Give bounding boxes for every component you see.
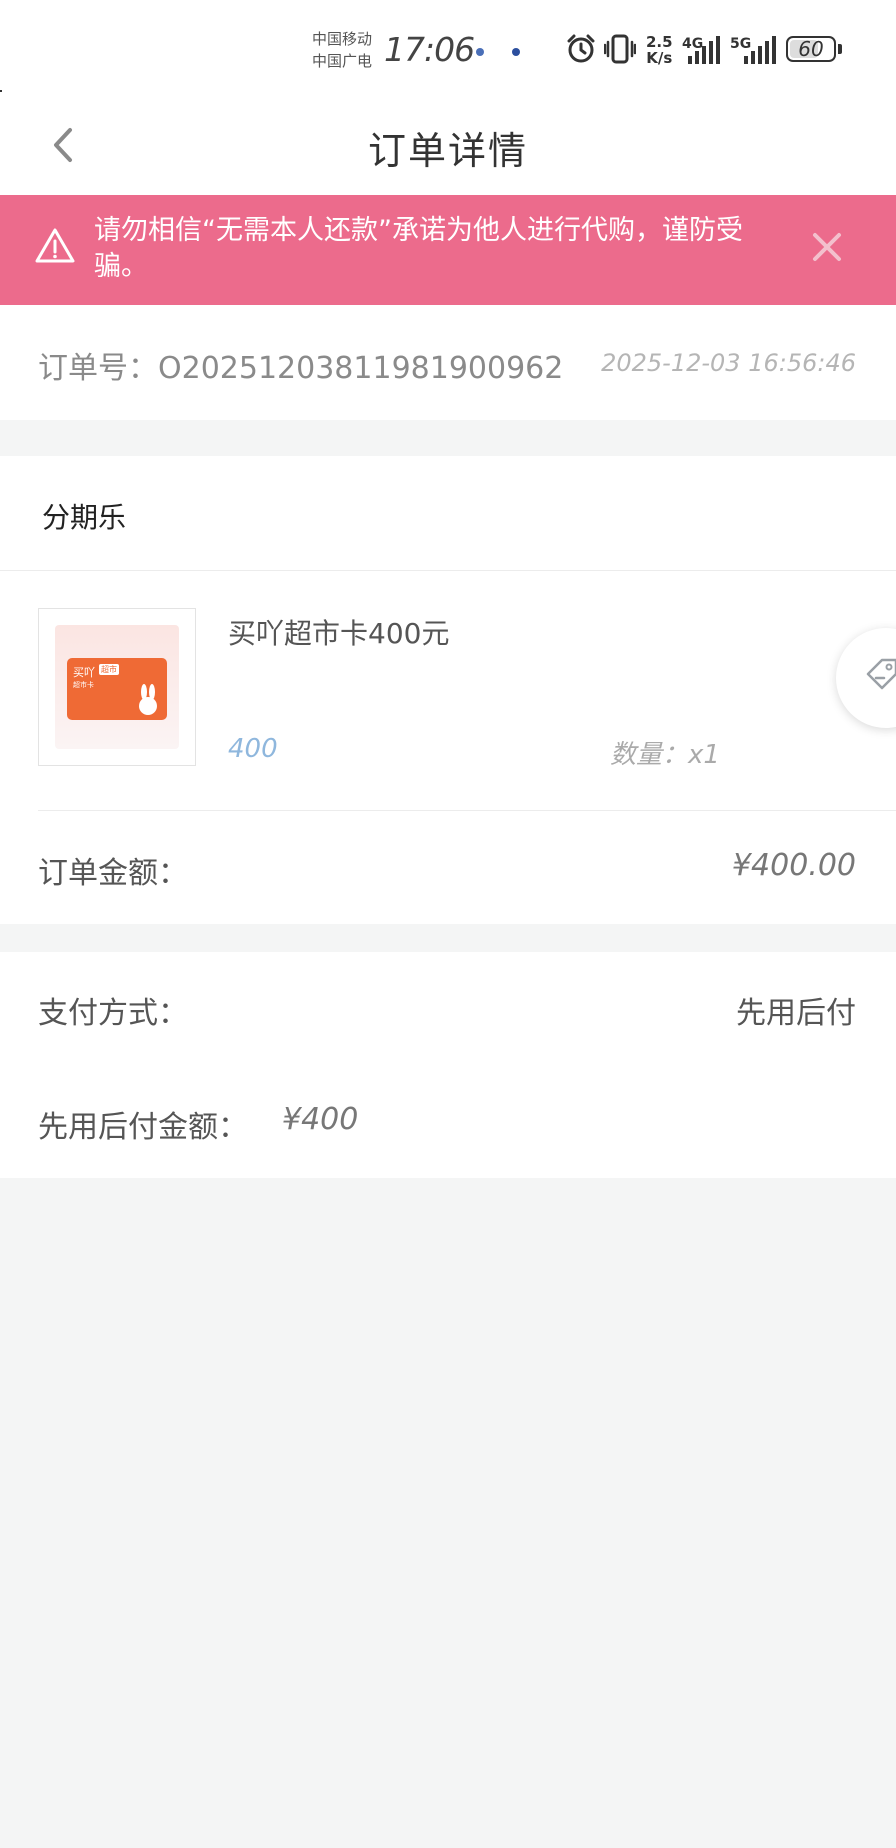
carrier-2: 中国广电 [312, 52, 373, 70]
network-speed: 2.5 K/s [646, 34, 673, 66]
thumb-brand: 买吖 [73, 666, 95, 679]
alarm-icon [567, 34, 595, 63]
order-amount-label: 订单金额： [38, 856, 188, 891]
edge-mark [0, 90, 2, 92]
product-quantity: 数量：x1 [610, 734, 720, 771]
nav-bar: 订单详情 [0, 100, 896, 195]
net-speed-unit: K/s [646, 49, 673, 67]
product-title[interactable]: 买吖超市卡400元 [228, 612, 449, 652]
payment-card: 支付方式： 先用后付 先用后付金额： ¥400 [0, 952, 896, 1178]
signal-4g-bars-icon [688, 36, 720, 64]
rabbit-icon [139, 684, 157, 715]
order-number-card: 订单号：O202512038119819​00962 2025-12-03 16… [0, 305, 896, 420]
product-card: 分期乐 买吖 超市 超市卡 买吖超市卡400元 400 数量：x1 订单金额： … [0, 456, 896, 924]
warning-triangle-icon [35, 228, 75, 263]
net-speed-value: 2.5 [646, 33, 673, 51]
divider [0, 570, 896, 571]
order-time: 2025-12-03 16:56:46 [601, 349, 856, 377]
thumbnail-background: 买吖 超市 超市卡 [55, 625, 179, 749]
notification-dot-icon [476, 48, 484, 56]
warning-banner: 请勿相信“无需本人还款”承诺为他人进行代购，谨防受骗。 [0, 195, 896, 305]
status-time: 17:06 [384, 30, 475, 69]
vibrate-icon [604, 34, 636, 64]
gift-card-image: 买吖 超市 超市卡 [67, 658, 167, 720]
close-icon [813, 233, 841, 261]
payment-method-value: 先用后付 [736, 996, 856, 1031]
bnpl-amount-label: 先用后付金额： [38, 1110, 248, 1145]
battery-icon: 60 [786, 36, 836, 62]
battery-level: 60 [798, 37, 824, 61]
quantity-value: x1 [688, 740, 720, 770]
product-price: 400 [228, 734, 278, 764]
warning-close-button[interactable] [810, 230, 844, 264]
price-tag-icon [866, 658, 896, 690]
carrier-1: 中国移动 [312, 30, 373, 48]
order-number-label: 订单号： [38, 351, 158, 386]
quantity-label: 数量： [610, 740, 689, 770]
payment-method-label: 支付方式： [38, 996, 188, 1031]
divider [38, 810, 896, 811]
order-number: 订单号：O202512038119819​00962 [38, 343, 563, 387]
page-title: 订单详情 [367, 129, 528, 173]
battery-tip [838, 44, 842, 54]
order-amount-value: ¥400.00 [731, 848, 856, 883]
thumb-tag: 超市 [99, 664, 119, 675]
shop-name: 分期乐 [42, 501, 127, 534]
signal-5g-bars-icon [744, 36, 776, 64]
bnpl-amount-value: ¥400 [282, 1102, 359, 1137]
order-number-value: O202512038119819​00962 [158, 351, 564, 386]
thumb-sub: 超市卡 [73, 681, 94, 689]
warning-text: 请勿相信“无需本人还款”承诺为他人进行代购，谨防受骗。 [94, 215, 743, 282]
status-bar: 中国移动 中国广电 17:06 2.5 K/s 4G 5G 60 [0, 0, 896, 100]
notification-dot-icon [512, 48, 520, 56]
carrier-info: 中国移动 中国广电 [312, 28, 372, 72]
product-thumbnail[interactable]: 买吖 超市 超市卡 [38, 608, 196, 766]
